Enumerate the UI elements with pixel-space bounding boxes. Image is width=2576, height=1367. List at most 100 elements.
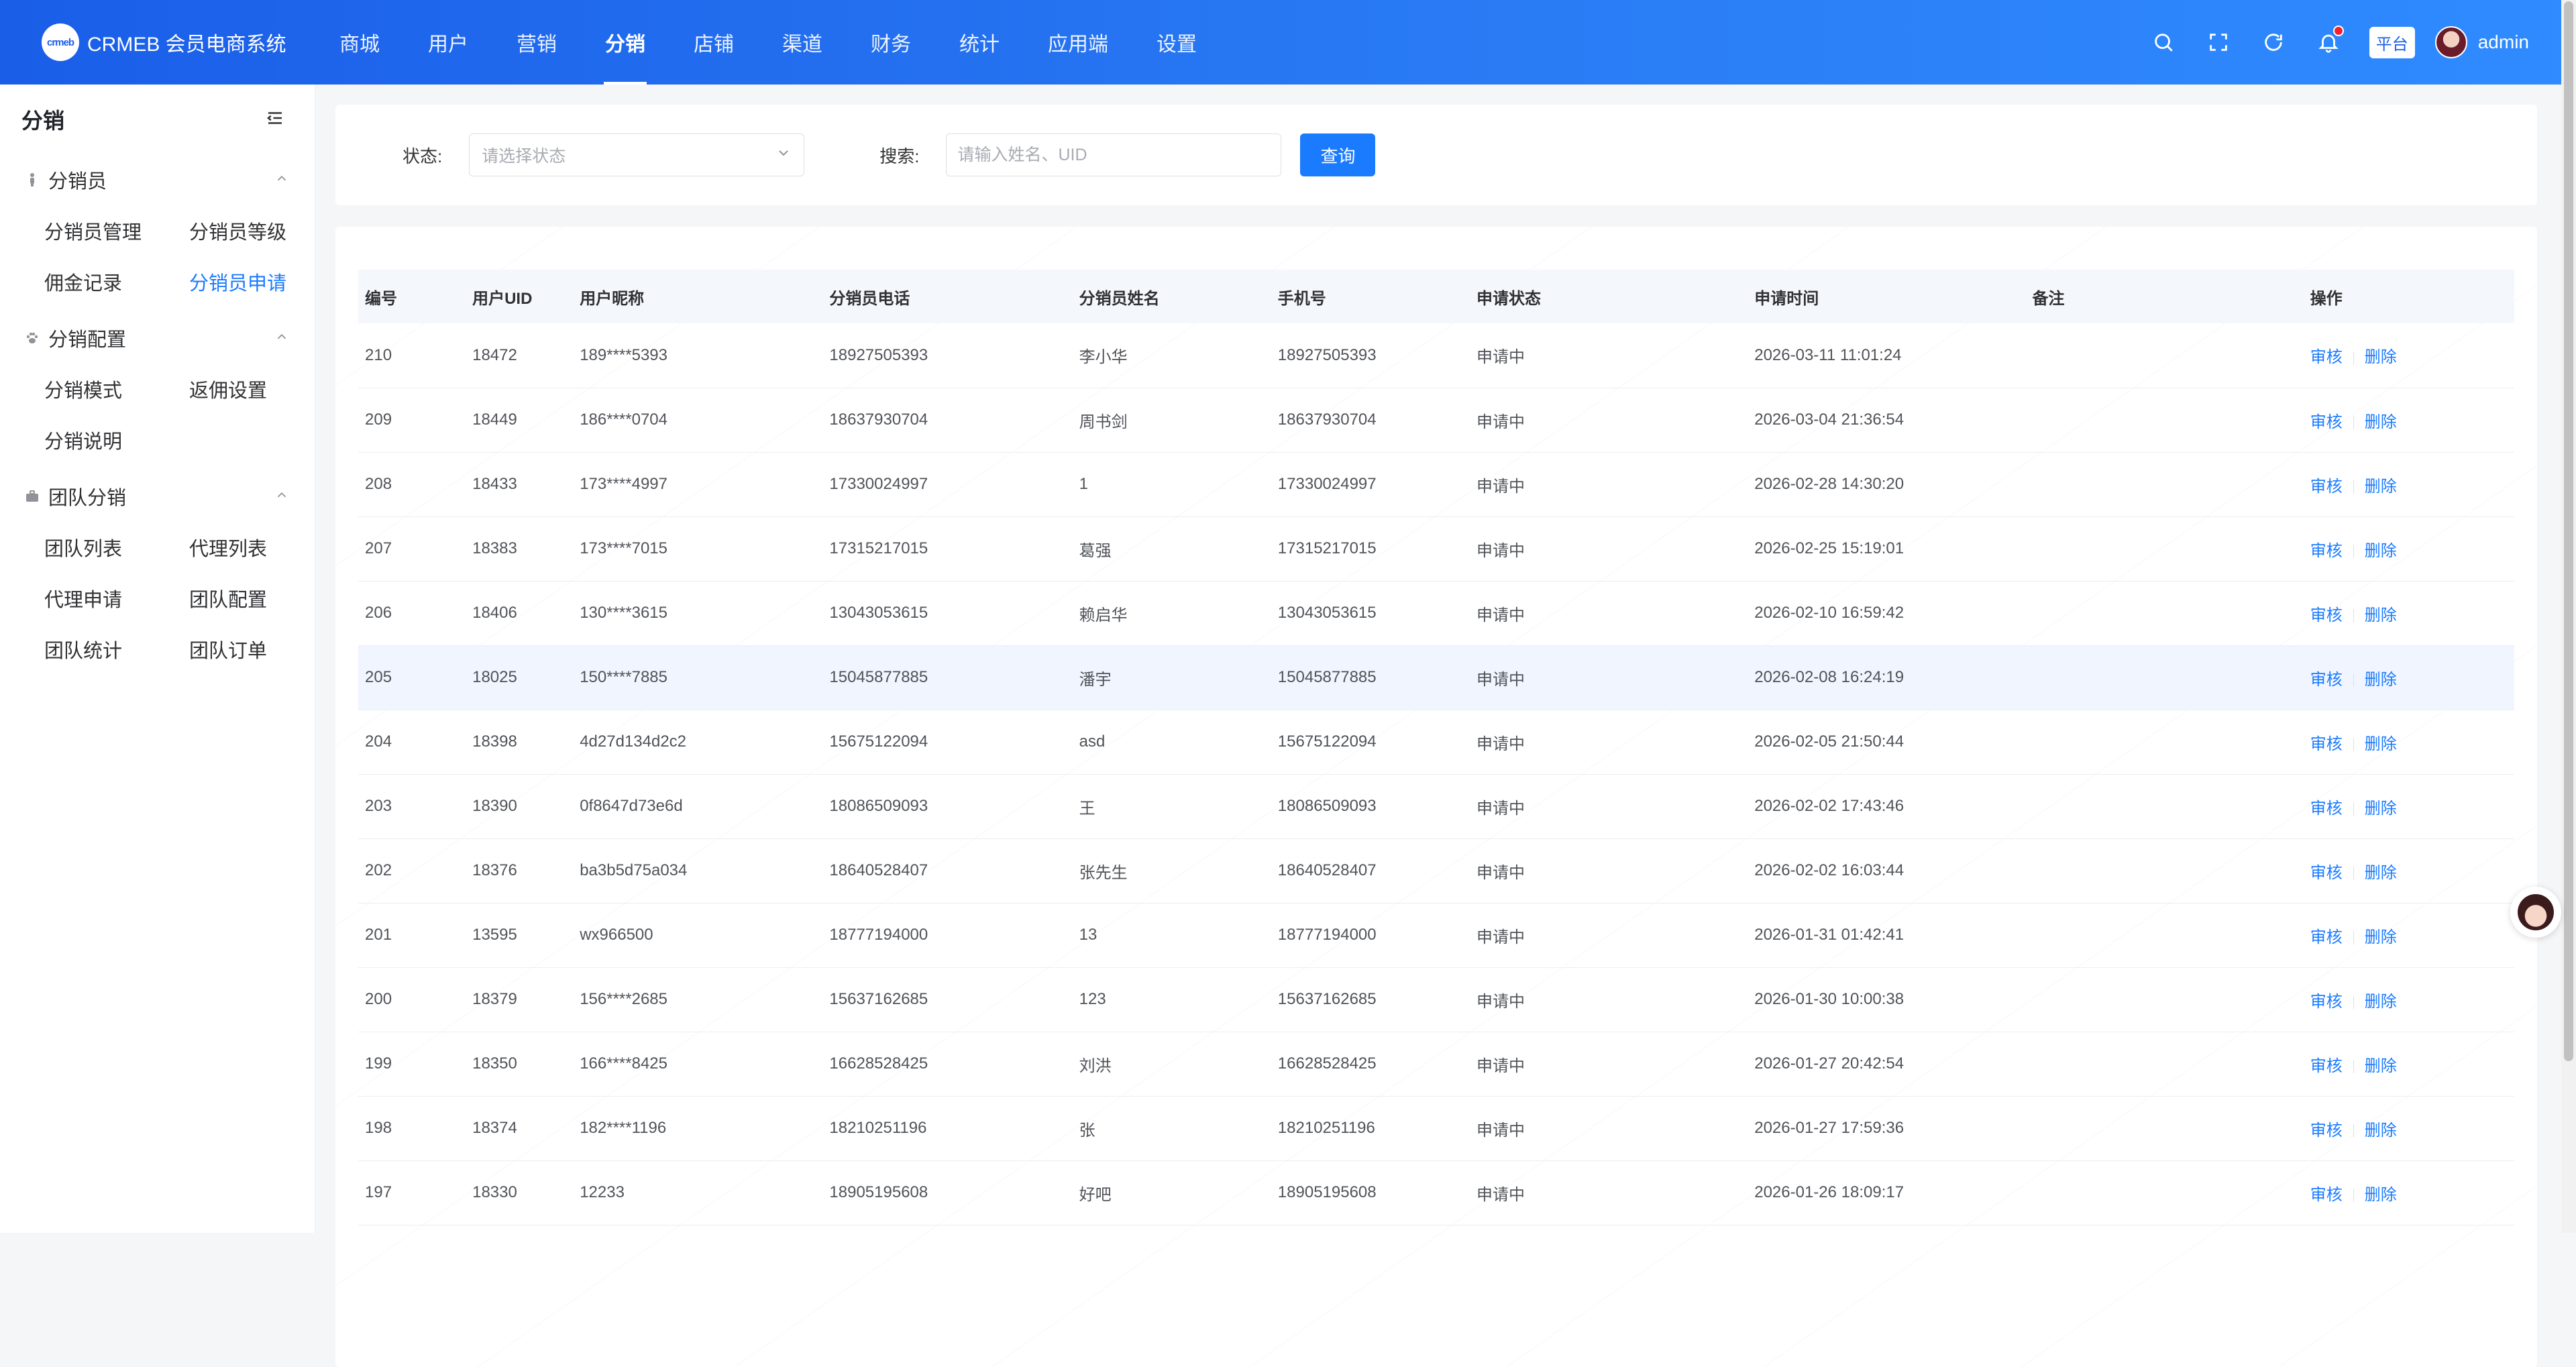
column-header: 分销员姓名 xyxy=(1079,289,1160,308)
top-nav-item[interactable]: 营销 xyxy=(492,0,581,85)
delete-link[interactable]: 删除 xyxy=(2365,671,2397,689)
table-header-row: 编号 用户UID 用户昵称 分销员电话 分销员姓名 手机号 申请状态 申请时间 备注 操作 xyxy=(358,270,2514,323)
username[interactable]: admin xyxy=(2478,32,2529,53)
brand[interactable]: crmeb CRMEB 会员电商系统 xyxy=(0,23,315,61)
delete-link[interactable]: 删除 xyxy=(2365,993,2397,1011)
platform-tag[interactable]: 平台 xyxy=(2369,26,2415,58)
top-nav-item[interactable]: 应用端 xyxy=(1024,0,1132,85)
review-link[interactable]: 审核 xyxy=(2310,1122,2343,1140)
sidebar-item[interactable]: 分销模式 xyxy=(44,364,189,415)
search-icon[interactable] xyxy=(2149,28,2178,56)
sidebar-item[interactable]: 分销员管理 xyxy=(44,205,189,256)
review-link[interactable]: 审核 xyxy=(2310,993,2343,1011)
table-cell: 葛强 xyxy=(1072,516,1271,582)
sidebar-item[interactable]: 返佣设置 xyxy=(189,364,334,415)
menu-group-header[interactable]: 分销员 xyxy=(0,154,315,205)
table-cell: 123 xyxy=(1072,967,1271,1032)
chevron-up-icon[interactable] xyxy=(274,486,289,508)
page-scrollbar[interactable] xyxy=(2561,0,2576,1233)
collapse-menu-icon[interactable] xyxy=(265,108,285,131)
top-nav-item[interactable]: 统计 xyxy=(935,0,1024,85)
sidebar-item[interactable]: 团队列表 xyxy=(44,522,189,573)
table-cell: 张先生 xyxy=(1072,838,1271,904)
review-link[interactable]: 审核 xyxy=(2310,1057,2343,1075)
top-nav-item[interactable]: 用户 xyxy=(404,0,492,85)
search-input[interactable] xyxy=(946,133,1282,176)
top-nav-item[interactable]: 分销 xyxy=(581,0,669,85)
table-cell: 好吧 xyxy=(1072,1160,1271,1225)
table-cell: 18376 xyxy=(466,838,574,904)
fullscreen-icon[interactable] xyxy=(2204,28,2233,56)
review-link[interactable]: 审核 xyxy=(2310,1186,2343,1204)
top-nav-item[interactable]: 财务 xyxy=(847,0,935,85)
table-cell xyxy=(2025,1032,2304,1097)
action-divider xyxy=(2353,738,2354,752)
menu-group-header[interactable]: 分销配置 xyxy=(0,313,315,364)
delete-link[interactable]: 删除 xyxy=(2365,800,2397,818)
top-nav-item[interactable]: 渠道 xyxy=(758,0,847,85)
delete-link[interactable]: 删除 xyxy=(2365,1057,2397,1075)
review-link[interactable]: 审核 xyxy=(2310,864,2343,882)
refresh-icon[interactable] xyxy=(2259,28,2288,56)
sidebar-item[interactable]: 团队统计 xyxy=(44,624,189,675)
top-nav-item[interactable]: 商城 xyxy=(315,0,404,85)
sidebar-item[interactable]: 代理列表 xyxy=(189,522,334,573)
assistant-bot-icon[interactable] xyxy=(2510,887,2561,938)
table-cell: 2026-03-11 11:01:24 xyxy=(1748,323,2026,388)
table-cell: 16628528425 xyxy=(822,1032,1073,1097)
column-header: 编号 xyxy=(365,289,397,308)
review-link[interactable]: 审核 xyxy=(2310,928,2343,946)
menu-group-header[interactable]: 团队分销 xyxy=(0,471,315,522)
delete-link[interactable]: 删除 xyxy=(2365,413,2397,431)
review-link[interactable]: 审核 xyxy=(2310,606,2343,624)
delete-link[interactable]: 删除 xyxy=(2365,348,2397,366)
table-cell: 13 xyxy=(1072,903,1271,968)
table-cell: 18640528407 xyxy=(1271,838,1470,904)
review-link[interactable]: 审核 xyxy=(2310,735,2343,753)
sidebar-item[interactable]: 佣金记录 xyxy=(44,256,189,307)
table-cell: 205 xyxy=(358,645,466,710)
table-cell: 209 xyxy=(358,388,466,453)
table-cell: 15675122094 xyxy=(822,710,1073,775)
table-cell: 130****3615 xyxy=(573,581,823,646)
review-link[interactable]: 审核 xyxy=(2310,478,2343,496)
notification-bell-icon[interactable] xyxy=(2314,25,2344,56)
sidebar-item[interactable]: 分销员申请 xyxy=(189,256,334,307)
review-link[interactable]: 审核 xyxy=(2310,542,2343,560)
table-row: 210 18472 189****5393 18927505393 李小华 1892750… xyxy=(358,323,2514,388)
delete-link[interactable]: 删除 xyxy=(2365,735,2397,753)
chevron-up-icon[interactable] xyxy=(274,169,289,191)
sidebar-item[interactable]: 团队配置 xyxy=(189,573,334,624)
status-select[interactable]: 请选择状态 xyxy=(469,133,805,176)
table-cell: 203 xyxy=(358,774,466,839)
review-link[interactable]: 审核 xyxy=(2310,413,2343,431)
actions-cell: 审核 删除 xyxy=(2303,774,2514,839)
action-divider xyxy=(2353,1189,2354,1203)
sidebar-item[interactable]: 代理申请 xyxy=(44,573,189,624)
scrollbar-thumb[interactable] xyxy=(2564,1,2573,1061)
sidebar-item[interactable]: 分销说明 xyxy=(44,415,189,466)
delete-link[interactable]: 删除 xyxy=(2365,606,2397,624)
chevron-up-icon[interactable] xyxy=(274,327,289,349)
delete-link[interactable]: 删除 xyxy=(2365,928,2397,946)
query-button[interactable]: 查询 xyxy=(1300,133,1376,176)
column-header: 申请时间 xyxy=(1754,289,1819,308)
delete-link[interactable]: 删除 xyxy=(2365,1122,2397,1140)
table-cell: 申请中 xyxy=(1469,967,1748,1032)
review-link[interactable]: 审核 xyxy=(2310,800,2343,818)
delete-link[interactable]: 删除 xyxy=(2365,478,2397,496)
delete-link[interactable]: 删除 xyxy=(2365,864,2397,882)
sidebar-item[interactable]: 团队订单 xyxy=(189,624,334,675)
table-cell: 2026-01-27 20:42:54 xyxy=(1748,1032,2026,1097)
sidebar-item[interactable]: 分销员等级 xyxy=(189,205,334,256)
review-link[interactable]: 审核 xyxy=(2310,348,2343,366)
status-label: 状态: xyxy=(402,146,443,166)
avatar[interactable] xyxy=(2434,26,2467,58)
delete-link[interactable]: 删除 xyxy=(2365,542,2397,560)
top-nav-item[interactable]: 设置 xyxy=(1132,0,1221,85)
table-row: 197 18330 12233 18905195608 好吧 18905195608 申请中… xyxy=(358,1160,2514,1225)
top-nav-item[interactable]: 店铺 xyxy=(669,0,758,85)
review-link[interactable]: 审核 xyxy=(2310,671,2343,689)
delete-link[interactable]: 删除 xyxy=(2365,1186,2397,1204)
actions-cell: 审核 删除 xyxy=(2303,452,2514,517)
